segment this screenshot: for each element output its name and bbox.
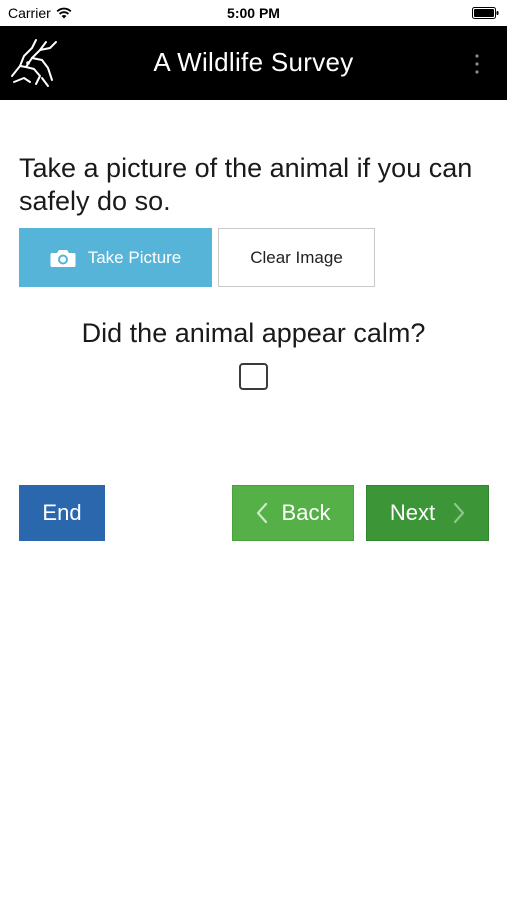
end-label: End [42,500,82,525]
clear-image-button[interactable]: Clear Image [218,228,375,287]
calm-checkbox[interactable] [239,363,268,390]
calm-question: Did the animal appear calm? [81,318,426,348]
battery-icon [472,7,499,19]
chevron-right-icon [454,502,465,524]
app-title: A Wildlife Survey [153,47,354,77]
take-picture-button[interactable]: Take Picture [19,228,212,287]
back-label: Back [281,500,331,525]
status-time: 5:00 PM [227,5,280,21]
next-label: Next [389,500,436,525]
clear-image-label: Clear Image [250,247,343,267]
app-header: A Wildlife Survey [0,26,507,100]
more-vertical-icon[interactable] [473,52,481,76]
picture-question: Take a picture of the animal if you can … [19,153,473,216]
take-picture-label: Take Picture [87,247,182,267]
end-button[interactable]: End [19,485,105,541]
back-button[interactable]: Back [232,485,354,541]
survey-screen: Carrier 5:00 PM A Wildlife Survey Take a… [0,0,507,900]
status-bar: Carrier 5:00 PM [0,0,507,26]
chevron-left-icon [256,502,267,524]
next-button[interactable]: Next [366,485,489,541]
camera-icon [50,249,76,267]
